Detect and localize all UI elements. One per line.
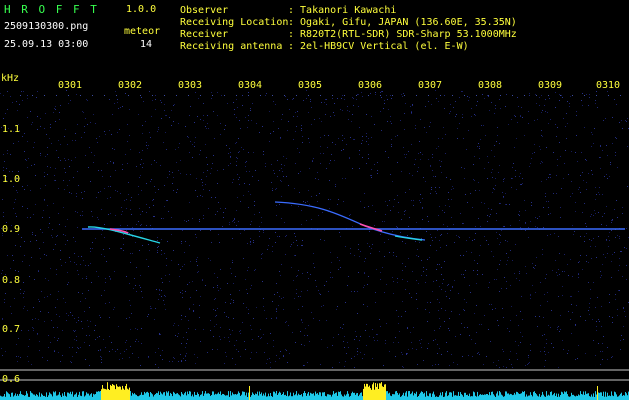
- datetime-label: 25.09.13 03:00: [4, 39, 89, 50]
- y-tick-label: 0.7: [2, 324, 21, 335]
- x-tick-label: 0305: [298, 80, 323, 91]
- y-tick-label: 0.6: [2, 374, 21, 385]
- y-tick-label: 1.1: [2, 124, 21, 135]
- spectrogram-plot: [0, 0, 629, 400]
- filename-label: 2509130300.png: [4, 21, 89, 32]
- antenna-value: : 2el-HB9CV Vertical (el. E-W): [288, 41, 469, 52]
- x-tick-label: 0301: [58, 80, 83, 91]
- axis-unit-label: kHz: [1, 73, 20, 84]
- x-tick-label: 0308: [478, 80, 503, 91]
- y-tick-label: 0.8: [2, 275, 21, 286]
- meteor-label: meteor: [124, 26, 161, 37]
- y-tick-label: 1.0: [2, 174, 21, 185]
- location-label: Receiving Location: [180, 17, 289, 28]
- location-value: : Ogaki, Gifu, JAPAN (136.60E, 35.35N): [288, 17, 517, 28]
- antenna-label: Receiving antenna: [180, 41, 283, 52]
- observer-value: : Takanori Kawachi: [288, 5, 397, 16]
- x-tick-label: 0310: [596, 80, 621, 91]
- app-title: H R O F F T: [4, 3, 99, 16]
- x-tick-label: 0304: [238, 80, 263, 91]
- receiver-label: Receiver: [180, 29, 229, 40]
- x-tick-label: 0302: [118, 80, 143, 91]
- receiver-value: : R820T2(RTL-SDR) SDR-Sharp 53.1000MHz: [288, 29, 517, 40]
- x-tick-label: 0306: [358, 80, 383, 91]
- meteor-count: 14: [140, 39, 153, 50]
- y-tick-label: 0.9: [2, 224, 21, 235]
- x-tick-label: 0307: [418, 80, 443, 91]
- app-version: 1.0.0: [126, 4, 157, 15]
- observer-label: Observer: [180, 5, 229, 16]
- x-tick-label: 0303: [178, 80, 203, 91]
- x-tick-label: 0309: [538, 80, 563, 91]
